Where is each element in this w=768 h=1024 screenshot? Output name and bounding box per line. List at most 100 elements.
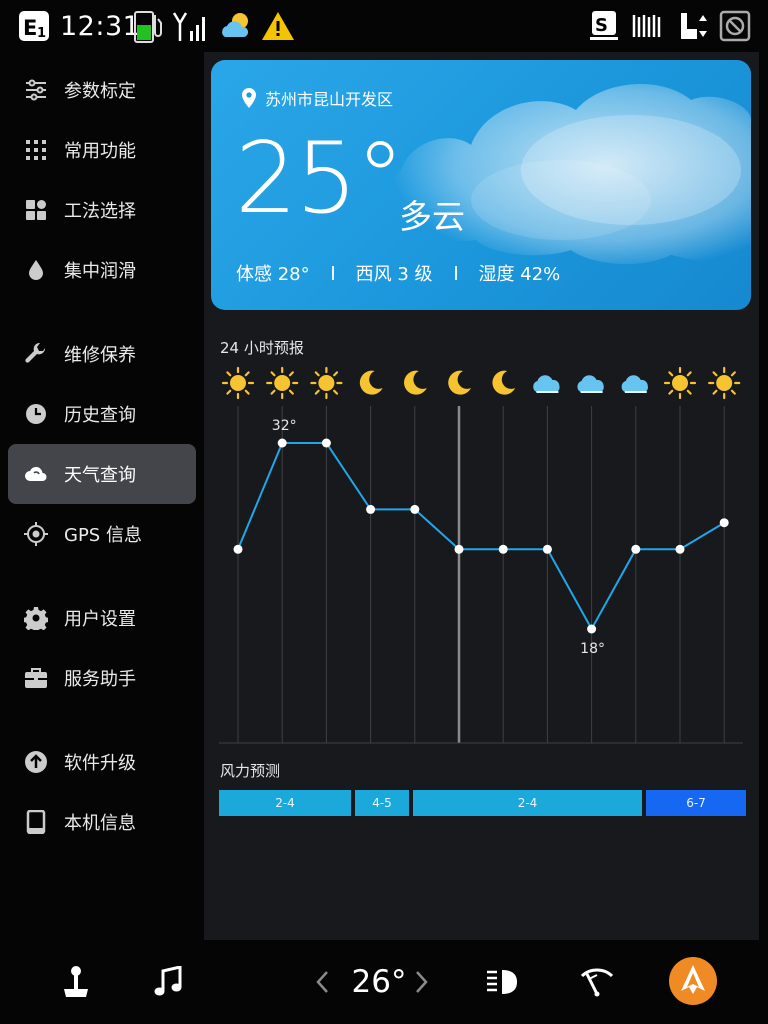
temperature-point — [454, 544, 464, 554]
location[interactable]: 苏州市昆山开发区 — [241, 86, 393, 110]
chevron-left-icon[interactable] — [308, 962, 336, 1002]
location-pin-icon — [242, 88, 256, 108]
sidebar: 参数标定 常用功能 工法选择 集中润滑 维修保养 历史查询 天气查询 GPS 信… — [0, 52, 204, 952]
seat-belt-icon: S — [588, 9, 620, 43]
temperature-point — [233, 544, 243, 554]
sidebar-item-label: 本机信息 — [64, 813, 136, 834]
sun-icon — [663, 366, 697, 400]
sidebar-item-user-settings[interactable]: 用户设置 — [8, 588, 196, 648]
temperature-point — [366, 504, 376, 514]
current-temperature: 25° — [235, 122, 405, 236]
sidebar-item-weather[interactable]: 天气查询 — [8, 444, 196, 504]
wind-segment: 2-4 — [413, 790, 642, 816]
wind-now: 西风 3 级 — [355, 264, 433, 285]
max-temp-label: 32° — [272, 418, 297, 434]
wind-segment: 6-7 — [646, 790, 746, 816]
device-icon — [26, 810, 46, 834]
sidebar-item-device-info[interactable]: 本机信息 — [8, 792, 196, 852]
chevron-right-icon[interactable] — [408, 962, 436, 1002]
current-weather-card: 苏州市昆山开发区 25° 多云 体感 28° 西风 3 级 湿度 42% — [211, 60, 751, 310]
signal-icon — [172, 9, 210, 43]
sidebar-item-method-select[interactable]: 工法选择 — [8, 180, 196, 240]
sidebar-item-calibration[interactable]: 参数标定 — [8, 60, 196, 120]
sun-icon — [221, 366, 255, 400]
cloud-icon — [577, 375, 604, 393]
moon-icon — [492, 370, 516, 395]
temperature-line — [237, 442, 725, 632]
moon-icon — [359, 370, 383, 395]
svg-text:E: E — [23, 16, 37, 40]
sidebar-item-common-functions[interactable]: 常用功能 — [8, 120, 196, 180]
sidebar-item-label: GPS 信息 — [64, 525, 142, 546]
logo-icon[interactable] — [668, 956, 718, 1006]
weather-condition: 多云 — [399, 197, 465, 236]
seat-adjust-icon — [675, 9, 709, 43]
gear-icon — [24, 607, 48, 630]
upload-icon — [25, 751, 47, 773]
sidebar-item-label: 软件升级 — [64, 753, 136, 774]
crosshair-icon — [24, 522, 48, 546]
wind-forecast-bar: 2-4 4-5 2-4 6-7 — [219, 790, 746, 816]
sun-icon — [266, 366, 299, 400]
battery-icon — [132, 9, 166, 43]
wind-segment: 4-5 — [355, 790, 409, 816]
temperature-point — [498, 544, 508, 554]
wind-forecast-title: 风力预测 — [220, 762, 281, 780]
sidebar-item-maintenance[interactable]: 维修保养 — [8, 324, 196, 384]
drop-icon — [29, 260, 43, 280]
sun-icon — [310, 366, 343, 400]
cloud-icon — [621, 375, 648, 393]
temperature-point — [321, 438, 331, 448]
sidebar-item-lubrication[interactable]: 集中润滑 — [8, 240, 196, 300]
sidebar-item-label: 维修保养 — [64, 345, 136, 366]
svg-text:1: 1 — [37, 26, 46, 41]
hourly-forecast-chart: 32°18°18:0024:0006:0012:00 — [219, 366, 743, 744]
joystick-icon[interactable] — [56, 962, 96, 1002]
svg-text:S: S — [595, 15, 608, 36]
sun-icon — [708, 366, 741, 400]
music-icon[interactable] — [148, 962, 188, 1002]
sidebar-item-label: 工法选择 — [64, 201, 136, 222]
main-panel: 苏州市昆山开发区 25° 多云 体感 28° 西风 3 级 湿度 42% 24 … — [204, 52, 759, 940]
e1-icon: E1 — [18, 9, 50, 43]
heater-icon — [630, 9, 664, 43]
temperature-point — [542, 544, 552, 554]
briefcase-icon — [25, 668, 47, 688]
sidebar-item-software-upgrade[interactable]: 软件升级 — [8, 732, 196, 792]
wrench-icon — [25, 342, 46, 363]
feels-like: 体感 28° — [236, 264, 310, 285]
grid-dots-icon — [26, 140, 46, 160]
headlight-icon[interactable] — [480, 962, 524, 1002]
weather-details: 体感 28° 西风 3 级 湿度 42% — [236, 260, 560, 286]
location-label: 苏州市昆山开发区 — [265, 90, 394, 109]
sidebar-item-label: 集中润滑 — [64, 261, 136, 282]
bottom-bar: 26° — [0, 940, 768, 1024]
sidebar-item-service-assistant[interactable]: 服务助手 — [8, 648, 196, 708]
moon-icon — [448, 370, 471, 395]
disabled-icon — [718, 9, 752, 43]
weather-icon — [219, 9, 253, 43]
humidity: 湿度 42% — [478, 264, 561, 285]
sliders-icon — [26, 79, 46, 101]
status-bar: E1 12:31 S — [0, 0, 768, 52]
sidebar-item-label: 天气查询 — [64, 465, 136, 486]
sidebar-item-label: 用户设置 — [64, 609, 136, 630]
clock-icon — [26, 404, 46, 424]
divider — [454, 266, 457, 280]
sidebar-item-gps[interactable]: GPS 信息 — [8, 504, 196, 564]
sidebar-item-label: 常用功能 — [64, 141, 136, 162]
sidebar-item-label: 参数标定 — [64, 81, 136, 102]
sidebar-item-label: 历史查询 — [64, 405, 136, 426]
temperature-point — [631, 544, 641, 554]
cloud-icon — [25, 466, 47, 481]
wind-segment: 2-4 — [219, 790, 351, 816]
moon-icon — [404, 370, 427, 395]
blocks-icon — [26, 200, 46, 220]
cloud-icon — [533, 375, 560, 393]
hourly-forecast-title: 24 小时预报 — [220, 339, 304, 357]
min-temp-label: 18° — [580, 641, 605, 657]
cabin-temperature: 26° — [351, 964, 407, 1000]
divider — [331, 266, 334, 280]
wiper-icon[interactable] — [575, 962, 619, 1002]
sidebar-item-history[interactable]: 历史查询 — [8, 384, 196, 444]
